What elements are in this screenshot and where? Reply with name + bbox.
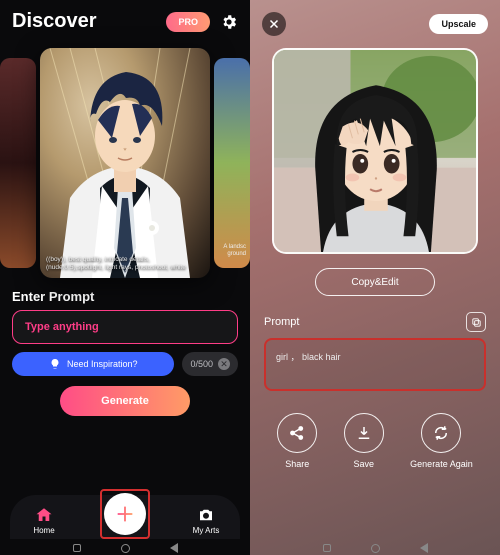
girl-illustration bbox=[274, 50, 476, 252]
card-caption: ((boy)), best quality, intricate details… bbox=[46, 256, 204, 272]
close-button[interactable] bbox=[262, 12, 286, 36]
gallery-card-main[interactable]: ((boy)), best quality, intricate details… bbox=[40, 48, 210, 278]
need-inspiration-button[interactable]: Need Inspiration? bbox=[12, 352, 174, 376]
generated-image[interactable] bbox=[272, 48, 478, 254]
pro-badge[interactable]: PRO bbox=[166, 12, 210, 32]
gear-icon[interactable] bbox=[220, 13, 238, 31]
recents-icon[interactable] bbox=[73, 544, 81, 552]
prompt-section: Prompt girl ， black hair bbox=[264, 312, 486, 391]
prompt-input[interactable] bbox=[12, 310, 238, 344]
nav-myarts-label: My Arts bbox=[193, 526, 220, 535]
nav-home[interactable]: Home bbox=[14, 506, 74, 539]
discover-header: Discover PRO bbox=[0, 0, 250, 43]
prompt-text: girl ， black hair bbox=[276, 352, 341, 362]
enter-prompt-label: Enter Prompt bbox=[12, 289, 238, 304]
refresh-icon bbox=[432, 424, 450, 442]
header-actions: PRO bbox=[166, 12, 238, 32]
copy-and-edit-button[interactable]: Copy&Edit bbox=[315, 268, 435, 296]
generate-button[interactable]: Generate bbox=[60, 386, 190, 416]
home-button-icon[interactable] bbox=[371, 544, 380, 553]
upscale-button[interactable]: Upscale bbox=[429, 14, 488, 34]
result-header: Upscale bbox=[250, 0, 500, 44]
style-gallery[interactable]: ((boy)), best quality, intricate details… bbox=[0, 43, 250, 283]
lightbulb-icon bbox=[49, 358, 61, 370]
back-icon[interactable] bbox=[420, 543, 428, 553]
back-icon[interactable] bbox=[170, 543, 178, 553]
preview-illustration bbox=[40, 48, 210, 278]
gallery-card-peek-left[interactable] bbox=[0, 58, 36, 268]
android-navbar bbox=[0, 541, 250, 555]
share-button[interactable]: Share bbox=[277, 413, 317, 469]
android-navbar-right bbox=[250, 541, 500, 555]
char-counter: 0/500 ✕ bbox=[182, 352, 238, 376]
home-icon bbox=[35, 506, 53, 524]
fab-create[interactable] bbox=[102, 491, 148, 537]
clear-icon[interactable]: ✕ bbox=[218, 358, 230, 370]
recents-icon[interactable] bbox=[323, 544, 331, 552]
bottom-nav: Home My Arts bbox=[0, 491, 250, 539]
prompt-block: Enter Prompt Need Inspiration? 0/500 ✕ G… bbox=[0, 283, 250, 416]
discover-screen: Discover PRO bbox=[0, 0, 250, 555]
save-label: Save bbox=[353, 459, 374, 469]
regen-label: Generate Again bbox=[410, 459, 473, 469]
counter-text: 0/500 bbox=[190, 359, 213, 369]
result-actions: Share Save Generate Again bbox=[250, 413, 500, 469]
prompt-text-box: girl ， black hair bbox=[264, 338, 486, 391]
page-title: Discover bbox=[12, 10, 97, 33]
highlight-box bbox=[100, 489, 150, 539]
inspiration-label: Need Inspiration? bbox=[67, 359, 138, 369]
nav-home-label: Home bbox=[33, 526, 54, 535]
share-icon bbox=[288, 424, 306, 442]
gallery-card-peek-right[interactable]: A landsc ground bbox=[214, 58, 250, 268]
prompt-section-title: Prompt bbox=[264, 316, 299, 328]
generate-again-button[interactable]: Generate Again bbox=[410, 413, 473, 469]
copy-prompt-button[interactable] bbox=[466, 312, 486, 332]
copy-icon bbox=[471, 317, 482, 328]
camera-icon bbox=[197, 506, 215, 524]
download-icon bbox=[355, 424, 373, 442]
nav-my-arts[interactable]: My Arts bbox=[176, 506, 236, 539]
result-screen: Upscale bbox=[250, 0, 500, 555]
save-button[interactable]: Save bbox=[344, 413, 384, 469]
close-icon bbox=[268, 18, 280, 30]
share-label: Share bbox=[285, 459, 309, 469]
peek-caption: A landsc ground bbox=[223, 244, 246, 258]
home-button-icon[interactable] bbox=[121, 544, 130, 553]
